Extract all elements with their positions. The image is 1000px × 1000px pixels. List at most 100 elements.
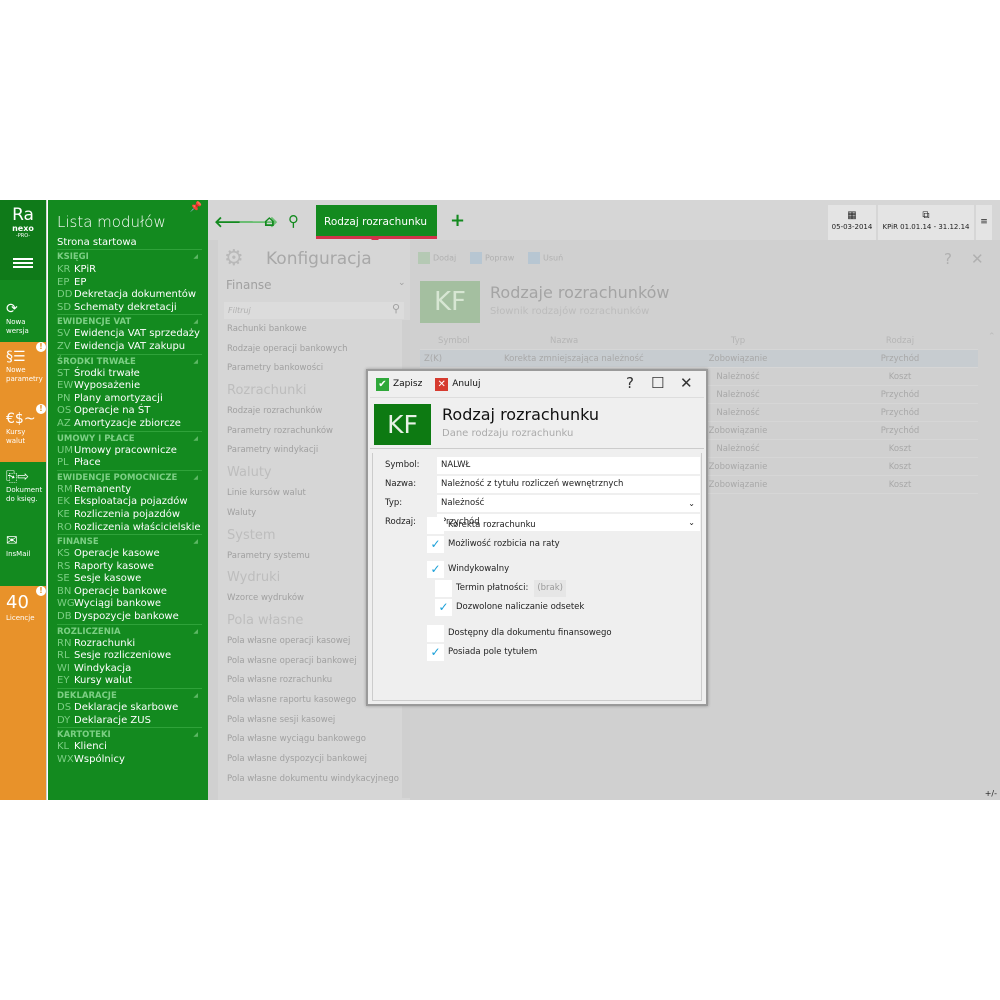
column-header-3[interactable]: Rodzaj: [860, 332, 940, 350]
add-button[interactable]: Dodaj: [418, 252, 456, 264]
module-group-header[interactable]: DEKLARACJE ◢: [57, 688, 202, 702]
module-item[interactable]: BN Operacje bankowe: [57, 586, 208, 599]
table-scrollbar[interactable]: ⌃: [988, 332, 1000, 792]
config-item[interactable]: Pola własne dokumentu windykacyjnego: [218, 770, 400, 790]
tile-document[interactable]: ⎘⇨ Dokument do księg.: [0, 462, 46, 526]
config-item[interactable]: Pola własne wyciągu bankowego: [218, 730, 400, 750]
module-item[interactable]: DD Dekretacja dokumentów: [57, 289, 208, 302]
module-group-header[interactable]: KSIĘGI ◢: [57, 250, 202, 264]
module-item[interactable]: RN Rozrachunki: [57, 638, 208, 651]
save-button[interactable]: ✔ Zapisz: [376, 376, 422, 392]
config-item[interactable]: Rachunki bankowe: [218, 320, 400, 340]
module-item[interactable]: RS Raporty kasowe: [57, 561, 208, 574]
module-item[interactable]: KS Operacje kasowe: [57, 548, 208, 561]
module-item[interactable]: KE Rozliczenia pojazdów: [57, 509, 208, 522]
tile-license-count[interactable]: 40 Licencje!: [0, 586, 46, 800]
module-item[interactable]: EP EP: [57, 277, 208, 290]
period-button[interactable]: ⧉ KPiR 01.01.14 - 31.12.14: [878, 205, 974, 240]
module-item[interactable]: DY Deklaracje ZUS: [57, 715, 208, 728]
module-item[interactable]: SE Sesje kasowe: [57, 573, 208, 586]
symbol-input[interactable]: NALWŁ: [437, 457, 700, 474]
module-item[interactable]: KR KPiR: [57, 264, 208, 277]
help-icon[interactable]: ?: [626, 374, 634, 392]
tile-parameters[interactable]: §☰ Nowe parametry!: [0, 342, 46, 404]
collapse-icon[interactable]: ◢: [193, 315, 198, 329]
collapse-icon[interactable]: ◢: [193, 535, 198, 549]
collapse-icon[interactable]: ◢: [193, 625, 198, 639]
collapse-icon[interactable]: ◢: [193, 432, 198, 446]
module-group-header[interactable]: ROZLICZENIA ◢: [57, 623, 202, 639]
name-input[interactable]: Należność z tytułu rozliczeń wewnętrznyc…: [437, 476, 700, 493]
checkbox-empty[interactable]: [427, 625, 444, 642]
module-item[interactable]: OS Operacje na ŚT: [57, 405, 208, 418]
module-item[interactable]: SV Ewidencja VAT sprzedaży: [57, 328, 208, 341]
section-dropdown[interactable]: Finanse ⌄: [226, 278, 406, 292]
module-group-header[interactable]: UMOWY I PŁACE ◢: [57, 430, 202, 446]
module-item[interactable]: UMUmowy pracownicze: [57, 445, 208, 458]
checkmark-icon[interactable]: ✓: [427, 536, 444, 553]
module-item[interactable]: PL Płace: [57, 457, 208, 470]
column-header-1[interactable]: Nazwa: [550, 332, 578, 350]
date-button[interactable]: ▦ 05-03-2014: [828, 205, 876, 240]
module-group-header[interactable]: KARTOTEKI ◢: [57, 727, 202, 741]
close-icon[interactable]: ✕: [971, 250, 984, 268]
module-item[interactable]: WXWspólnicy: [57, 754, 208, 767]
edit-button[interactable]: Popraw: [470, 252, 514, 264]
column-header-0[interactable]: Symbol: [438, 332, 470, 350]
module-item[interactable]: WI Windykacja: [57, 663, 208, 676]
delete-button[interactable]: Usuń: [528, 252, 563, 264]
collapse-icon[interactable]: ◢: [193, 250, 198, 264]
pin-icon[interactable]: 📌: [190, 202, 202, 213]
module-item[interactable]: EY Kursy walut: [57, 675, 208, 688]
checkmark-icon[interactable]: ✓: [427, 561, 444, 578]
module-item[interactable]: KL Klienci: [57, 741, 208, 754]
collapse-icon[interactable]: ◢: [193, 689, 198, 703]
home-icon[interactable]: ⌂: [264, 212, 275, 230]
module-item[interactable]: EK Eksploatacja pojazdów: [57, 496, 208, 509]
collapse-icon[interactable]: ◢: [193, 471, 198, 485]
config-item[interactable]: Pola własne dyspozycji bankowej: [218, 750, 400, 770]
plus-minus-button[interactable]: +/-: [985, 789, 997, 798]
config-item[interactable]: Rodzaje operacji bankowych: [218, 340, 400, 360]
module-item[interactable]: SD Schematy dekretacji: [57, 302, 208, 315]
tile-mail[interactable]: ✉ InsMail: [0, 526, 46, 586]
type-select[interactable]: Należność ⌄: [437, 495, 700, 512]
help-icon[interactable]: ?: [944, 250, 952, 268]
module-item[interactable]: DB Dyspozycje bankowe: [57, 611, 208, 624]
module-item[interactable]: ST Środki trwałe: [57, 368, 208, 381]
search-icon[interactable]: ⚲: [288, 212, 299, 230]
module-item[interactable]: ZV Ewidencja VAT zakupu: [57, 341, 208, 354]
module-group-header[interactable]: EWIDENCJE VAT ◢: [57, 314, 202, 328]
close-icon[interactable]: ✕: [680, 374, 693, 392]
more-menu-icon[interactable]: ≡: [976, 205, 992, 240]
config-item[interactable]: Pola własne sesji kasowej: [218, 711, 400, 731]
module-item[interactable]: RMRemanenty: [57, 484, 208, 497]
module-group-header[interactable]: ŚRODKI TRWAŁE ◢: [57, 353, 202, 369]
checkbox-empty[interactable]: [435, 580, 452, 597]
tile-currency[interactable]: €$~ Kursy walut!: [0, 404, 46, 462]
module-item[interactable]: PN Plany amortyzacji: [57, 393, 208, 406]
module-item[interactable]: WGWyciągi bankowe: [57, 598, 208, 611]
checkbox-empty[interactable]: [427, 517, 444, 534]
table-row[interactable]: Z(K) Korekta zmniejszająca należność Zobow…: [420, 350, 978, 368]
maximize-icon[interactable]: ☐: [651, 374, 664, 392]
payment-term-value[interactable]: (brak): [534, 580, 566, 597]
module-item[interactable]: EWWyposażenie: [57, 380, 208, 393]
module-group-header[interactable]: FINANSE ◢: [57, 534, 202, 548]
filter-input[interactable]: Filtruj ⚲: [224, 302, 404, 319]
module-item[interactable]: RL Sesje rozliczeniowe: [57, 650, 208, 663]
cancel-button[interactable]: ✕ Anuluj: [435, 376, 480, 392]
add-tab-icon[interactable]: +: [450, 210, 465, 231]
collapse-icon[interactable]: ◢: [193, 728, 198, 742]
checkmark-icon[interactable]: ✓: [435, 599, 452, 616]
module-item[interactable]: AZ Amortyzacje zbiorcze: [57, 418, 208, 431]
checkmark-icon[interactable]: ✓: [427, 644, 444, 661]
column-header-2[interactable]: Typ: [708, 332, 768, 350]
module-item[interactable]: DS Deklaracje skarbowe: [57, 702, 208, 715]
tab-rodzaj-rozrachunku[interactable]: Rodzaj rozrachunku: [316, 205, 437, 243]
collapse-icon[interactable]: ◢: [193, 355, 198, 369]
menu-icon[interactable]: [13, 258, 33, 272]
module-group-header[interactable]: EWIDENCJE POMOCNICZE ◢: [57, 469, 202, 485]
module-start-page[interactable]: Strona startowa: [57, 235, 202, 250]
module-item[interactable]: RO Rozliczenia właścicielskie: [57, 522, 208, 535]
